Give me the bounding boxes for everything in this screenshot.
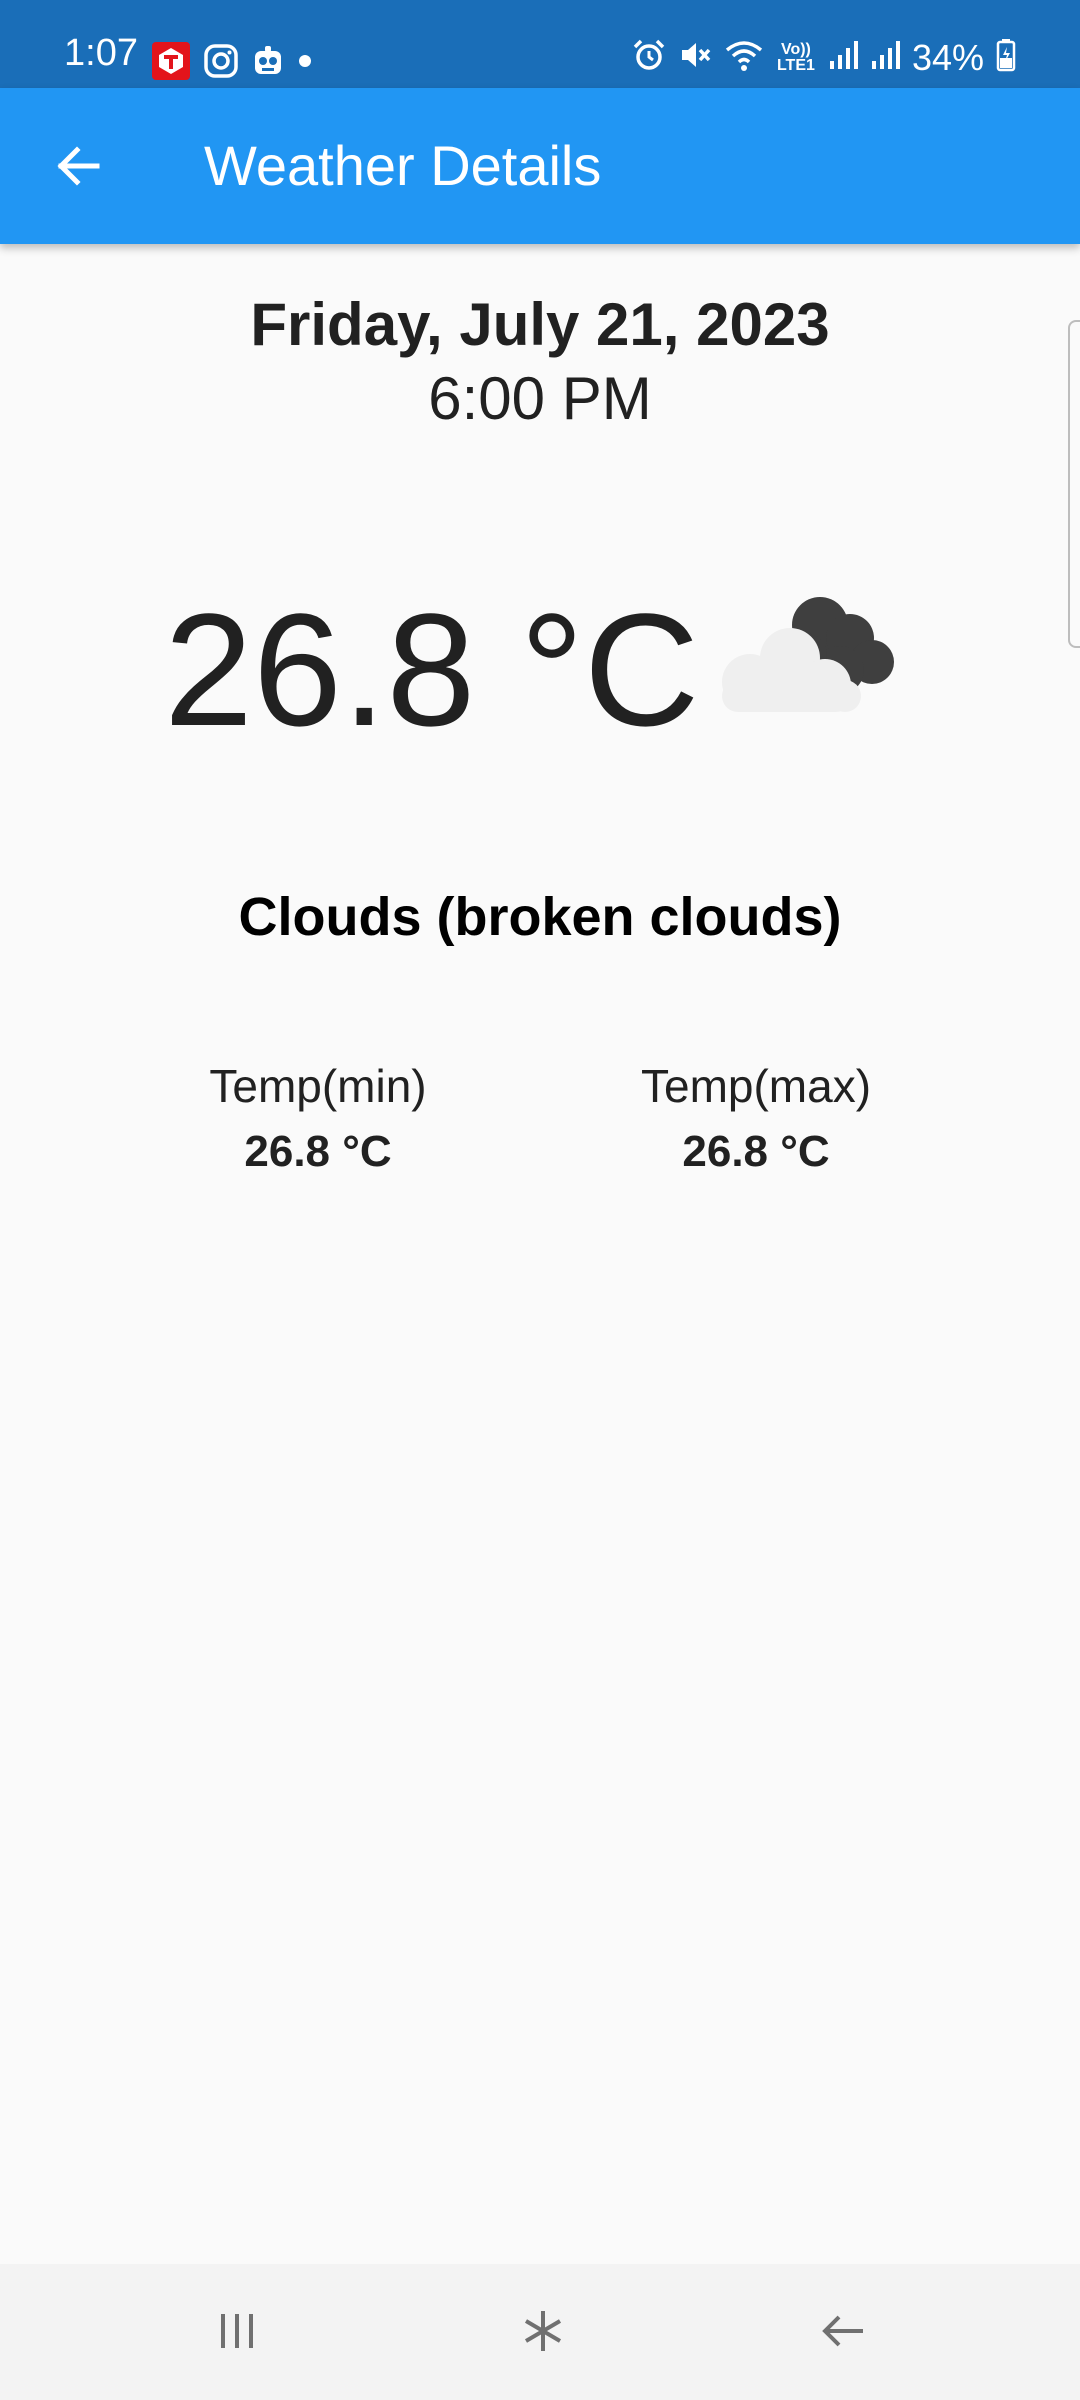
status-bar: 1:07 Vo)) LTE1 34% [0,0,1080,88]
broken-clouds-icon [700,580,910,730]
recent-apps-icon [215,2309,259,2358]
app-bar: Weather Details [0,88,1080,244]
forecast-time: 6:00 PM [428,365,652,432]
volte-icon: Vo)) LTE1 [776,40,815,74]
recent-apps-button[interactable] [202,2298,272,2368]
temp-min-value: 26.8 °C [244,1127,392,1176]
temperature-row: 26.8 °C [0,580,1080,760]
forecast-date: Friday, July 21, 2023 [250,291,830,358]
alarm-icon [632,38,666,77]
arrow-left-icon [53,141,103,196]
current-temperature: 26.8 °C [164,580,700,759]
instagram-icon [204,44,238,83]
temp-max-value: 26.8 °C [682,1127,830,1176]
back-icon [819,2307,867,2360]
status-time: 1:07 [64,32,138,74]
temp-max-label: Temp(max) [640,1060,872,1112]
temp-max-block: Temp(max) 26.8 °C [606,1058,906,1180]
wifi-icon [724,38,764,77]
weather-condition: Clouds (broken clouds) [238,887,842,947]
battery-percent: 34% [911,36,984,78]
temp-min-label: Temp(min) [209,1060,427,1112]
back-nav-button[interactable] [808,2298,878,2368]
system-nav-bar [0,2264,1080,2400]
mute-icon [678,38,712,77]
status-right: Vo)) LTE1 34% [620,38,1016,77]
signal-icon [870,39,900,76]
status-left-icons [152,42,326,85]
dot-icon [298,54,312,73]
battery-icon [996,38,1016,77]
home-icon [519,2307,567,2360]
page-title: Weather Details [204,134,602,197]
robot-app-icon [252,45,284,82]
back-button[interactable] [38,128,118,208]
temp-min-block: Temp(min) 26.8 °C [168,1058,468,1180]
toi-app-icon [152,42,190,85]
home-button[interactable] [508,2298,578,2368]
signal-icon [828,39,858,76]
